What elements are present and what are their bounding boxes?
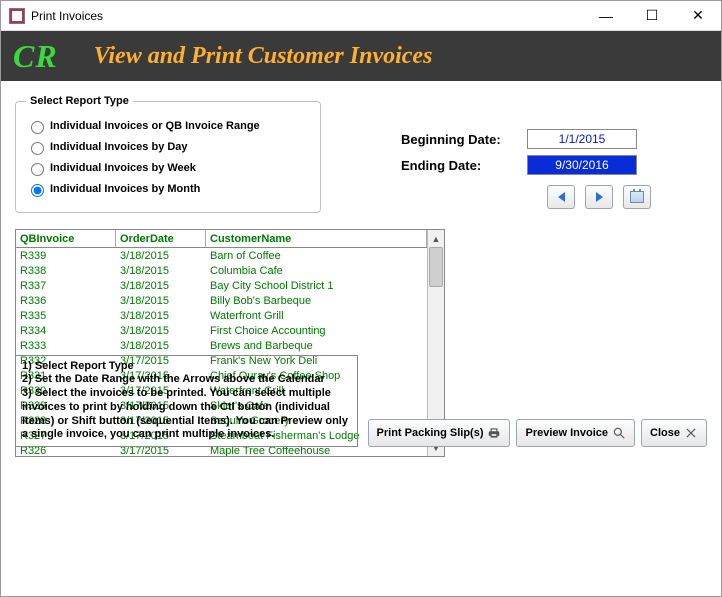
report-type-group: Select Report Type Individual Invoices o… (15, 95, 321, 213)
cell-date: 3/18/2015 (116, 280, 206, 292)
grid-header: QBInvoice OrderDate CustomerName (16, 230, 427, 248)
cell-invoice: R333 (16, 340, 116, 352)
col-header-customer[interactable]: CustomerName (206, 230, 427, 247)
radio-by-month[interactable]: Individual Invoices by Month (26, 181, 310, 197)
instructions-box: 1) Select Report Type 2) Set the Date Ra… (15, 355, 358, 448)
radio-label: Individual Invoices or QB Invoice Range (50, 120, 260, 132)
beginning-date-label: Beginning Date: (401, 132, 527, 147)
button-row: Print Packing Slip(s) Preview Invoice Cl… (368, 419, 707, 447)
radio-by-month-input[interactable] (31, 184, 44, 197)
arrow-right-icon (596, 192, 603, 202)
brand-logo: CR (13, 38, 58, 75)
cell-date: 3/18/2015 (116, 265, 206, 277)
cell-customer: First Choice Accounting (206, 325, 427, 337)
radio-label: Individual Invoices by Month (50, 183, 200, 195)
table-row[interactable]: R3333/18/2015Brews and Barbeque (16, 338, 427, 353)
table-row[interactable]: R3353/18/2015Waterfront Grill (16, 308, 427, 323)
magnifier-icon (612, 426, 626, 440)
scroll-up-icon[interactable]: ▲ (428, 230, 444, 247)
ending-date-input[interactable] (527, 155, 637, 175)
date-panel: Beginning Date: Ending Date: (401, 129, 691, 209)
close-icon (684, 426, 698, 440)
title-bar: Print Invoices — ☐ ✕ (1, 1, 721, 31)
maximize-button[interactable]: ☐ (629, 1, 675, 30)
table-row[interactable]: R3373/18/2015Bay City School District 1 (16, 278, 427, 293)
radio-by-week[interactable]: Individual Invoices by Week (26, 160, 310, 176)
cell-invoice: R338 (16, 265, 116, 277)
preview-invoice-button[interactable]: Preview Invoice (516, 419, 635, 447)
calendar-icon (630, 191, 644, 203)
col-header-invoice[interactable]: QBInvoice (16, 230, 116, 247)
window-title: Print Invoices (31, 9, 583, 23)
beginning-date-row: Beginning Date: (401, 129, 691, 149)
radio-by-week-input[interactable] (31, 163, 44, 176)
minimize-button[interactable]: — (583, 1, 629, 30)
cell-customer: Barn of Coffee (206, 250, 427, 262)
cell-invoice: R334 (16, 325, 116, 337)
scroll-thumb[interactable] (429, 247, 443, 287)
table-row[interactable]: R3393/18/2015Barn of Coffee (16, 248, 427, 263)
date-nav (401, 185, 691, 209)
cell-date: 3/18/2015 (116, 250, 206, 262)
ending-date-label: Ending Date: (401, 158, 527, 173)
app-icon (9, 8, 25, 24)
beginning-date-input[interactable] (527, 129, 637, 149)
report-type-legend: Select Report Type (26, 95, 133, 107)
page-title: View and Print Customer Invoices (94, 43, 433, 70)
ending-date-row: Ending Date: (401, 155, 691, 175)
col-header-date[interactable]: OrderDate (116, 230, 206, 247)
radio-by-day[interactable]: Individual Invoices by Day (26, 139, 310, 155)
cell-customer: Waterfront Grill (206, 310, 427, 322)
arrow-left-icon (558, 192, 565, 202)
cell-customer: Bay City School District 1 (206, 280, 427, 292)
radio-invoice-range-input[interactable] (31, 121, 44, 134)
cell-invoice: R336 (16, 295, 116, 307)
cell-customer: Columbia Cafe (206, 265, 427, 277)
close-window-button[interactable]: ✕ (675, 1, 721, 30)
close-button[interactable]: Close (641, 419, 707, 447)
calendar-button[interactable] (623, 185, 651, 209)
table-row[interactable]: R3363/18/2015Billy Bob's Barbeque (16, 293, 427, 308)
printer-icon (487, 426, 501, 440)
cell-invoice: R337 (16, 280, 116, 292)
cell-date: 3/18/2015 (116, 295, 206, 307)
cell-date: 3/18/2015 (116, 325, 206, 337)
cell-date: 3/18/2015 (116, 310, 206, 322)
radio-label: Individual Invoices by Day (50, 141, 188, 153)
date-prev-button[interactable] (547, 185, 575, 209)
instruction-line-3: 3) Select the invoices to be printed. Yo… (22, 387, 351, 442)
cell-invoice: R339 (16, 250, 116, 262)
radio-by-day-input[interactable] (31, 142, 44, 155)
content-area: Select Report Type Individual Invoices o… (1, 81, 721, 459)
button-label: Preview Invoice (525, 427, 608, 439)
date-next-button[interactable] (585, 185, 613, 209)
footer: 1) Select Report Type 2) Set the Date Ra… (15, 355, 707, 448)
radio-invoice-range[interactable]: Individual Invoices or QB Invoice Range (26, 118, 310, 134)
print-packing-slips-button[interactable]: Print Packing Slip(s) (368, 419, 511, 447)
cell-date: 3/18/2015 (116, 340, 206, 352)
radio-label: Individual Invoices by Week (50, 162, 196, 174)
cell-customer: Brews and Barbeque (206, 340, 427, 352)
header-band: CR View and Print Customer Invoices (1, 31, 721, 81)
instruction-line-1: 1) Select Report Type (22, 360, 351, 374)
window-controls: — ☐ ✕ (583, 1, 721, 30)
button-label: Print Packing Slip(s) (377, 427, 484, 439)
instruction-line-2: 2) Set the Date Range with the Arrows ab… (22, 373, 351, 387)
table-row[interactable]: R3383/18/2015Columbia Cafe (16, 263, 427, 278)
table-row[interactable]: R3343/18/2015First Choice Accounting (16, 323, 427, 338)
cell-invoice: R335 (16, 310, 116, 322)
button-label: Close (650, 427, 680, 439)
cell-customer: Billy Bob's Barbeque (206, 295, 427, 307)
